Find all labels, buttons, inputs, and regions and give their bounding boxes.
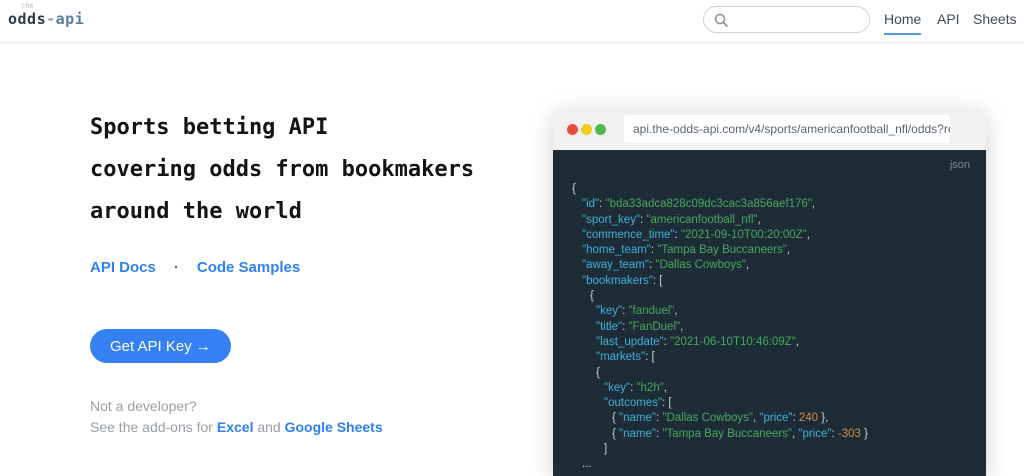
code-lines: {"id": "bda33adca828c09dc3cac3a856aef176… [572, 182, 970, 473]
code-line: { [572, 289, 970, 304]
logo-dash: - [46, 10, 56, 28]
traffic-lights [567, 124, 606, 135]
get-api-key-button[interactable]: Get API Key → [90, 329, 231, 363]
code-panel: json {"id": "bda33adca828c09dc3cac3a856a… [553, 150, 986, 476]
code-line: "key": "fanduel", [572, 304, 970, 319]
logo-text: odds-api [8, 10, 84, 28]
code-line: "last_update": "2021-06-10T10:46:09Z", [572, 335, 970, 350]
code-line: "id": "bda33adca828c09dc3cac3a856aef176"… [572, 197, 970, 212]
code-line: "bookmakers": [ [572, 274, 970, 289]
nav-item-sheets[interactable]: Sheets [973, 11, 1017, 27]
browser-titlebar: api.the-odds-api.com/v4/sports/americanf… [553, 108, 986, 150]
code-line: "markets": [ [572, 350, 970, 365]
page-title: Sports betting API covering odds from bo… [90, 107, 530, 233]
footnote-line2: See the add-ons for Excel and Google She… [90, 417, 383, 438]
search-input[interactable] [735, 13, 855, 27]
footnote-line1: Not a developer? [90, 396, 383, 417]
code-line: "away_team": "Dallas Cowboys", [572, 258, 970, 273]
code-line: { [572, 366, 970, 381]
nav-item-home[interactable]: Home [884, 11, 921, 35]
footnote-prefix: See the add-ons for [90, 419, 213, 435]
footnote-and: and [257, 419, 280, 435]
browser-mockup: api.the-odds-api.com/v4/sports/americanf… [553, 108, 986, 476]
footnote: Not a developer? See the add-ons for Exc… [90, 396, 383, 438]
traffic-light-yellow-icon [581, 124, 592, 135]
code-line: "home_team": "Tampa Bay Buccaneers", [572, 243, 970, 258]
search-icon [714, 13, 728, 27]
code-line: "title": "FanDuel", [572, 320, 970, 335]
language-badge: json [572, 158, 970, 172]
code-line: ... [572, 457, 970, 472]
excel-link[interactable]: Excel [217, 419, 254, 435]
logo-the: the [21, 2, 84, 10]
url-bar[interactable]: api.the-odds-api.com/v4/sports/americanf… [624, 115, 950, 143]
logo-odds: odds [8, 10, 46, 28]
traffic-light-red-icon [567, 124, 578, 135]
code-samples-link[interactable]: Code Samples [197, 259, 300, 276]
logo[interactable]: the odds-api [8, 2, 84, 29]
code-line: "sport_key": "americanfootball_nfl", [572, 213, 970, 228]
nav-item-api[interactable]: API [937, 11, 960, 27]
logo-api: api [56, 10, 85, 28]
api-docs-link[interactable]: API Docs [90, 259, 156, 276]
google-sheets-link[interactable]: Google Sheets [285, 419, 383, 435]
code-line: "key": "h2h", [572, 381, 970, 396]
traffic-light-green-icon [595, 124, 606, 135]
code-line: "outcomes": [ [572, 396, 970, 411]
code-line: ] [572, 442, 970, 457]
dot-separator: · [174, 259, 179, 276]
hero-links: API Docs · Code Samples [90, 259, 300, 276]
code-line: "commence_time": "2021-09-10T00:20:00Z", [572, 228, 970, 243]
search-box[interactable] [703, 6, 870, 33]
url-text: api.the-odds-api.com/v4/sports/americanf… [633, 122, 950, 136]
code-line: { "name": "Dallas Cowboys", "price": 240… [572, 411, 970, 426]
header: the odds-api Home API Sheets [0, 0, 1024, 43]
code-line: { "name": "Tampa Bay Buccaneers", "price… [572, 427, 970, 442]
code-line: { [572, 182, 970, 197]
